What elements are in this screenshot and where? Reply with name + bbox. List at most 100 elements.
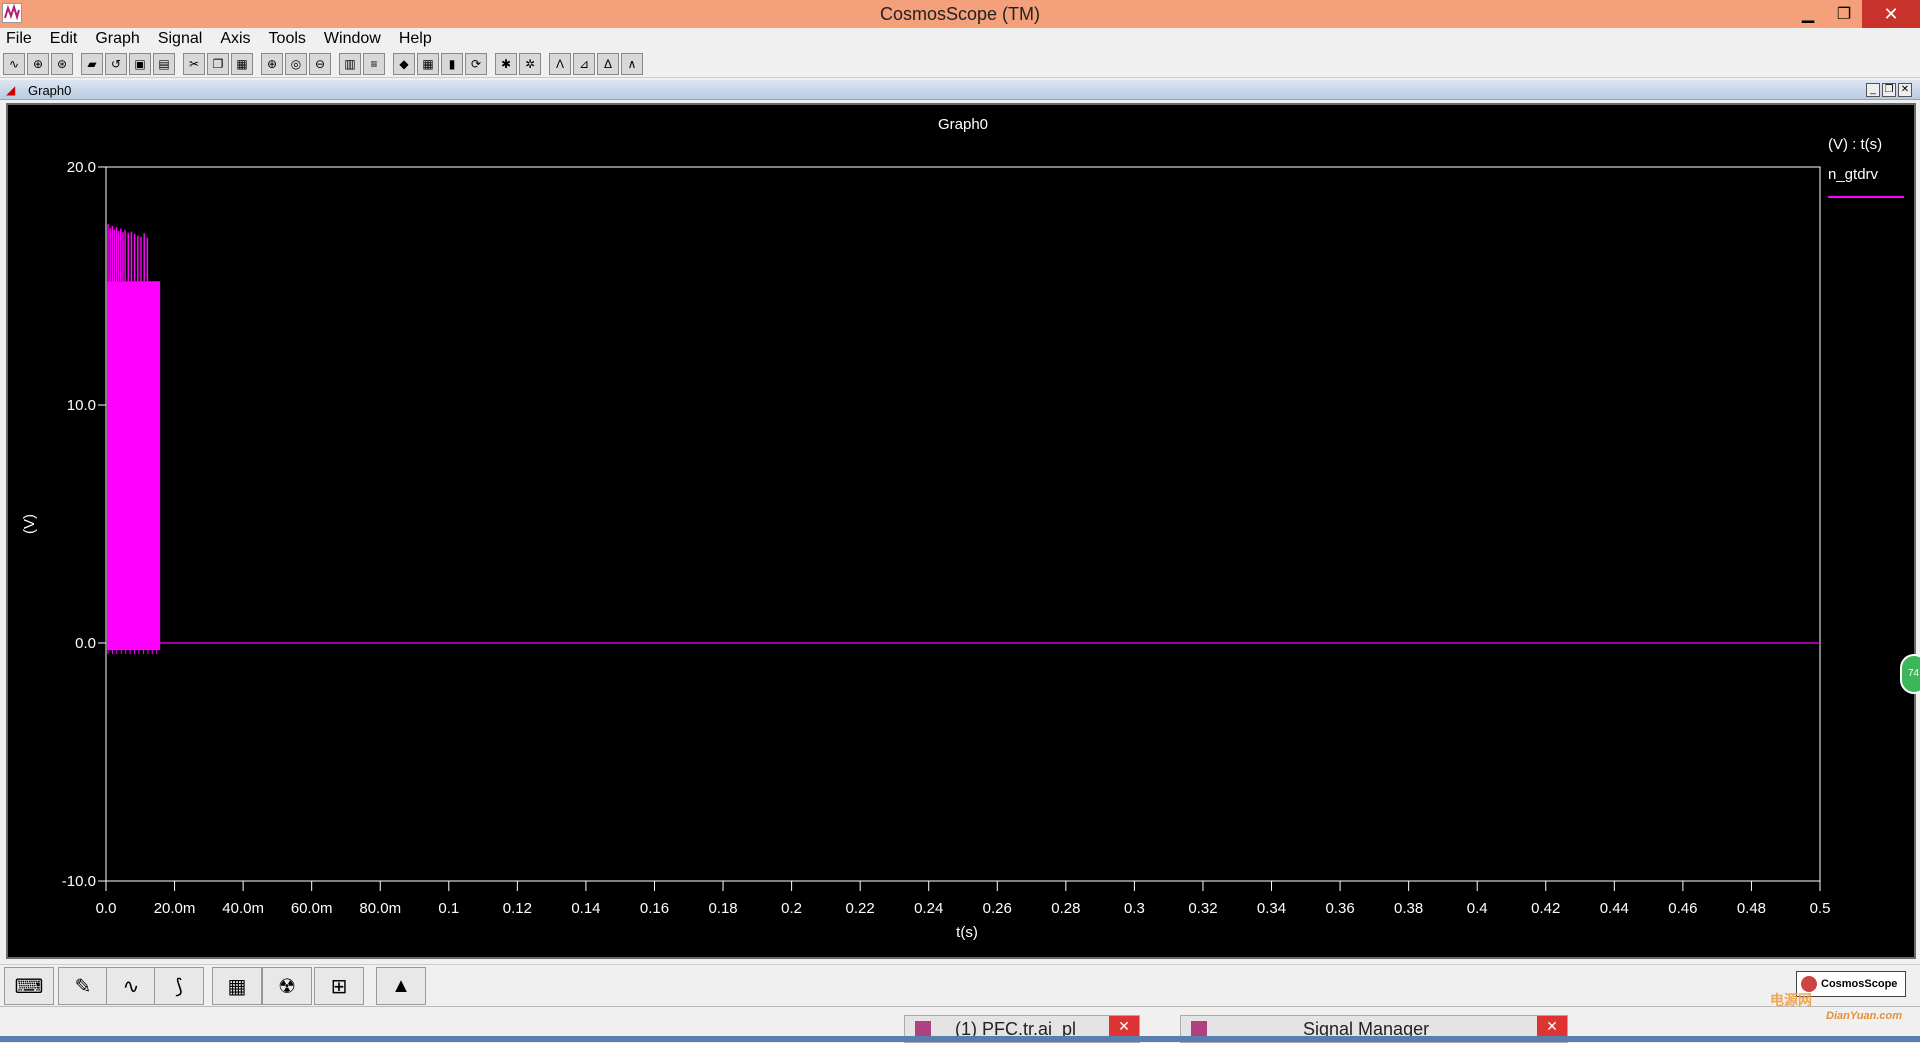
waveform-icon[interactable]: ∿ — [3, 53, 25, 75]
measure-c-icon[interactable]: Δ — [597, 53, 619, 75]
task-tab-close-button[interactable]: ✕ — [1109, 1016, 1139, 1036]
x-tick-label: 0.32 — [1188, 900, 1217, 917]
x-tick-label: 0.4 — [1467, 900, 1488, 917]
task-tab-close-button[interactable]: ✕ — [1537, 1016, 1567, 1036]
side-floating-badge[interactable]: 74 — [1900, 654, 1920, 694]
keyboard-icon[interactable]: ⌨ — [4, 967, 54, 1005]
x-axis-label: t(s) — [956, 924, 978, 941]
x-tick-label: 0.42 — [1531, 900, 1560, 917]
x-tick-label: 0.28 — [1051, 900, 1080, 917]
graph-window-header: ◢ Graph0 _ ❐ ✕ — [0, 80, 1920, 100]
legend-header: (V) : t(s) — [1828, 136, 1882, 153]
target-alt-icon[interactable]: ⊛ — [51, 53, 73, 75]
x-tick-label: 20.0m — [154, 900, 196, 917]
y-axis-label: (V) — [21, 514, 38, 534]
bug-alt-icon[interactable]: ✲ — [519, 53, 541, 75]
block-diagram-icon[interactable]: ⊞ — [314, 967, 364, 1005]
x-tick-label: 0.26 — [983, 900, 1012, 917]
menu-window[interactable]: Window — [322, 30, 383, 48]
measure-a-icon[interactable]: Λ — [549, 53, 571, 75]
measure-d-icon[interactable]: ∧ — [621, 53, 643, 75]
y-tick-label: 20.0 — [67, 159, 96, 176]
x-tick-label: 0.48 — [1737, 900, 1766, 917]
x-tick-label: 80.0m — [359, 900, 401, 917]
watermark-sub: DianYuan.com — [1826, 1010, 1902, 1022]
cosmosscope-app: CosmosScope (TM) ▁ ❐ ✕ File Edit Graph S… — [0, 0, 1920, 1043]
menu-graph[interactable]: Graph — [93, 30, 141, 48]
target-icon[interactable]: ⊕ — [27, 53, 49, 75]
refresh-icon[interactable]: ⟳ — [465, 53, 487, 75]
x-tick-label: 0.24 — [914, 900, 943, 917]
copy-icon[interactable]: ❐ — [207, 53, 229, 75]
menu-axis[interactable]: Axis — [218, 30, 252, 48]
menu-help[interactable]: Help — [397, 30, 434, 48]
x-tick-label: 0.44 — [1600, 900, 1629, 917]
print-icon[interactable]: ▤ — [153, 53, 175, 75]
zoom-fit-icon[interactable]: ◎ — [285, 53, 307, 75]
x-tick-label: 0.34 — [1257, 900, 1286, 917]
paste-icon[interactable]: ▦ — [231, 53, 253, 75]
menu-file[interactable]: File — [4, 30, 34, 48]
x-tick-label: 0.22 — [846, 900, 875, 917]
x-tick-label: 0.5 — [1810, 900, 1831, 917]
child-close-button[interactable]: ✕ — [1898, 83, 1912, 97]
window-title: CosmosScope (TM) — [879, 4, 1041, 24]
stack-icon[interactable]: ▥ — [339, 53, 361, 75]
x-tick-label: 40.0m — [222, 900, 264, 917]
matlab-icon[interactable]: ▲ — [376, 967, 426, 1005]
bug-icon[interactable]: ✱ — [495, 53, 517, 75]
grid-icon[interactable]: ▦ — [417, 53, 439, 75]
x-tick-label: 0.14 — [571, 900, 600, 917]
y-tick-label: -10.0 — [62, 873, 96, 890]
child-restore-button[interactable]: ❐ — [1882, 83, 1896, 97]
x-tick-label: 0.3 — [1124, 900, 1145, 917]
measure-b-icon[interactable]: ⊿ — [573, 53, 595, 75]
signal-manager-icon — [1191, 1021, 1207, 1037]
plot-frame — [105, 166, 1821, 882]
waveform-chart[interactable]: Graph020.010.00.0-10.00.0 20.0m 40.0m 60.0m… — [8, 105, 1914, 957]
y-tick-label: 10.0 — [67, 397, 96, 414]
x-tick-label: 0.16 — [640, 900, 669, 917]
title-bar: CosmosScope (TM) ▁ ❐ ✕ — [0, 0, 1920, 28]
save-icon[interactable]: ▣ — [129, 53, 151, 75]
marker-icon[interactable]: ◆ — [393, 53, 415, 75]
x-tick-label: 0.12 — [503, 900, 532, 917]
menu-signal[interactable]: Signal — [156, 30, 204, 48]
y-tick-label: 0.0 — [75, 635, 96, 652]
radiation-icon[interactable]: ☢ — [262, 967, 312, 1005]
child-minimize-button[interactable]: _ — [1866, 83, 1880, 97]
bottom-toolbar: CosmosScope ⌨ ✎ ∿ ⟆ ▦ ☢ ⊞ ▲ — [0, 964, 1920, 1006]
menu-edit[interactable]: Edit — [48, 30, 80, 48]
brand-label: CosmosScope — [1821, 978, 1898, 990]
close-button[interactable]: ✕ — [1862, 0, 1920, 28]
x-tick-label: 0.38 — [1394, 900, 1423, 917]
cut-icon[interactable]: ✂ — [183, 53, 205, 75]
curve-fit-icon[interactable]: ⟆ — [154, 967, 204, 1005]
x-tick-label: 60.0m — [291, 900, 333, 917]
menu-tools[interactable]: Tools — [267, 30, 308, 48]
histogram-icon[interactable]: ▮ — [441, 53, 463, 75]
minimize-button[interactable]: ▁ — [1790, 0, 1826, 28]
graph-window-icon: ◢ — [6, 83, 16, 97]
reload-icon[interactable]: ↺ — [105, 53, 127, 75]
watermark-logo: 电源网 DianYuan.com — [1770, 990, 1920, 1030]
waveform-view-icon[interactable]: ∿ — [106, 967, 156, 1005]
bars-icon[interactable]: ≡ — [363, 53, 385, 75]
waveform-burst — [107, 281, 161, 651]
zoom-out-icon[interactable]: ⊖ — [309, 53, 331, 75]
x-tick-label: 0.1 — [438, 900, 459, 917]
chart-title: Graph0 — [938, 116, 988, 133]
maximize-button[interactable]: ❐ — [1826, 0, 1862, 28]
calligraphy-pen-icon[interactable]: ✎ — [58, 967, 108, 1005]
graph-panel[interactable]: Graph0 20.0 10.0 0.0 -10.0 0.0 20.0m 40.0m 60.0m… — [6, 103, 1916, 959]
x-tick-label: 0.2 — [781, 900, 802, 917]
main-toolbar: ∿ ⊕ ⊛ ▰ ↺ ▣ ▤ ✂ ❐ ▦ ⊕ ◎ ⊖ ▥ ≡ ◆ ▦ ▮ ⟳ ✱ ✲ Λ ⊿ Δ ∧ — [0, 52, 1920, 78]
signal-file-icon — [915, 1021, 931, 1037]
watermark-main: 电源网 — [1770, 992, 1812, 1008]
graph-window-title: Graph0 — [28, 83, 72, 98]
x-tick-label: 0.36 — [1325, 900, 1354, 917]
calculator-icon[interactable]: ▦ — [212, 967, 262, 1005]
open-folder-icon[interactable]: ▰ — [81, 53, 103, 75]
x-tick-label: 0.0 — [96, 900, 117, 917]
zoom-in-icon[interactable]: ⊕ — [261, 53, 283, 75]
